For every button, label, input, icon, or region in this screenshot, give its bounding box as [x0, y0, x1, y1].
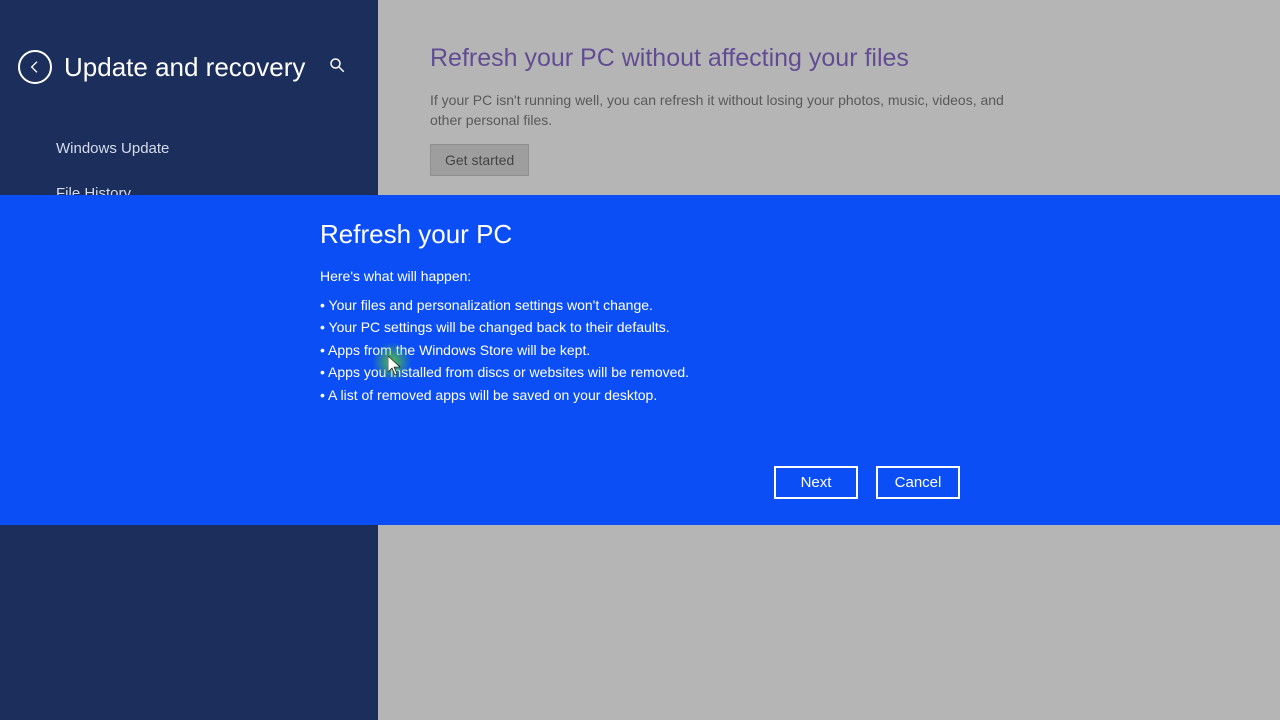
cancel-button[interactable]: Cancel	[876, 466, 960, 499]
modal-list: Your files and personalization settings …	[320, 294, 1280, 406]
sidebar-item-windows-update[interactable]: Windows Update	[0, 126, 378, 171]
modal-button-row: Next Cancel	[774, 466, 960, 499]
modal-list-item: Your PC settings will be changed back to…	[320, 316, 1280, 338]
next-button[interactable]: Next	[774, 466, 858, 499]
search-icon[interactable]	[324, 52, 350, 83]
modal-subheading: Here's what will happen:	[320, 268, 1280, 284]
modal-list-item: Your files and personalization settings …	[320, 294, 1280, 316]
modal-list-item: Apps you installed from discs or website…	[320, 361, 1280, 383]
modal-list-item: Apps from the Windows Store will be kept…	[320, 339, 1280, 361]
page-title: Update and recovery	[64, 52, 324, 83]
sidebar-header: Update and recovery	[0, 40, 378, 94]
modal-list-item: A list of removed apps will be saved on …	[320, 384, 1280, 406]
modal-title: Refresh your PC	[320, 219, 1280, 250]
refresh-modal: Refresh your PC Here's what will happen:…	[0, 195, 1280, 525]
back-icon[interactable]	[18, 50, 52, 84]
